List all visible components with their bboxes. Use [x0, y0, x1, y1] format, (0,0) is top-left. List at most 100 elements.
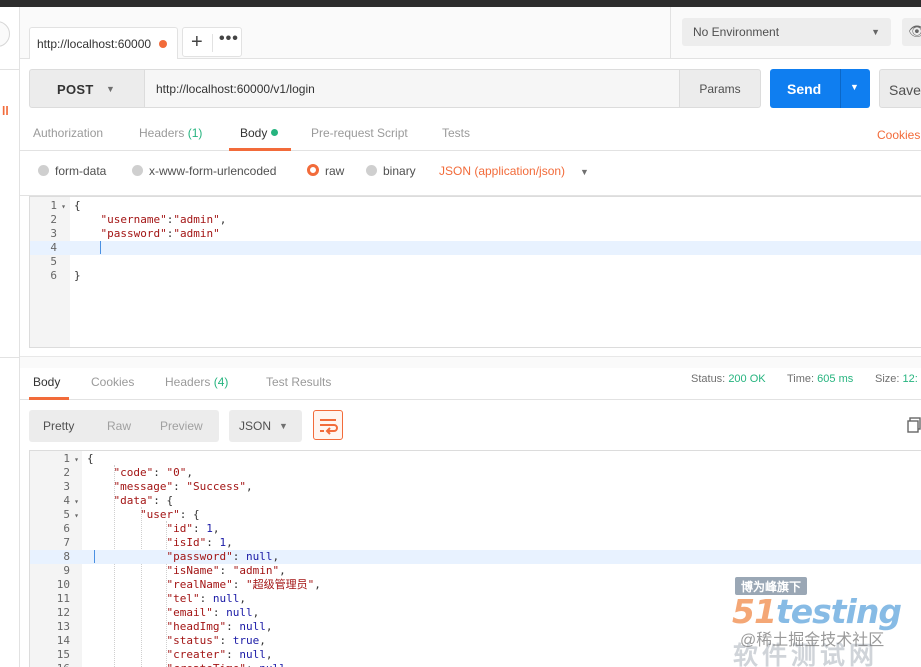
code-line: 5 ▾ "user": { [30, 508, 921, 522]
json-value: "admin" [232, 564, 280, 577]
json-punctuation: , [272, 550, 280, 563]
radio-urlencoded-label: x-www-form-urlencoded [149, 164, 277, 178]
json-punctuation: , [314, 578, 321, 591]
tab-actions: + ••• [182, 27, 242, 57]
time-label: Time: [787, 373, 815, 385]
wrap-lines-button[interactable] [313, 410, 343, 440]
request-tab[interactable]: http://localhost:60000 [29, 27, 178, 59]
content-type-select[interactable]: JSON (application/json) [439, 164, 565, 178]
radio-urlencoded[interactable]: x-www-form-urlencoded [132, 164, 276, 178]
status-value: 200 OK [728, 373, 766, 385]
response-tab-cookies[interactable]: Cookies [91, 375, 134, 389]
line-number: 4 [50, 241, 57, 254]
response-tab-headers[interactable]: Headers (4) [165, 375, 228, 389]
environment-quick-look-button[interactable]: 👁 [902, 18, 921, 46]
code-text: "user": { [140, 508, 200, 521]
line-number: 3 [63, 480, 70, 493]
json-punctuation: , [279, 564, 286, 577]
url-input[interactable]: http://localhost:60000/v1/login [145, 69, 679, 108]
sidebar-search-button[interactable] [0, 21, 10, 47]
json-punctuation: , [259, 634, 266, 647]
response-tab-headers-count: (4) [213, 375, 229, 389]
json-punctuation: { [166, 494, 174, 507]
code-line: 6 "id": 1, [30, 522, 921, 536]
chevron-down-icon: ▼ [580, 167, 589, 177]
response-format-select[interactable]: JSON ▼ [229, 410, 302, 442]
save-button[interactable]: Save [879, 69, 921, 108]
cookies-link[interactable]: Cookies [877, 128, 920, 142]
code-line: 9 "isName": "admin", [30, 564, 921, 578]
code-text: "data": { [113, 494, 174, 507]
tab-headers-label: Headers [139, 126, 185, 140]
more-tabs-button[interactable]: ••• [219, 30, 239, 48]
response-format-value: JSON [239, 419, 272, 433]
code-line: 3 "message": "Success", [30, 480, 921, 494]
raw-button[interactable]: Raw [107, 419, 131, 433]
line-number: 13 [56, 620, 70, 633]
fold-chevron-icon[interactable]: ▾ [70, 453, 83, 467]
window-top-strip [0, 0, 921, 7]
json-value: 1 [206, 522, 213, 535]
tab-headers[interactable]: Headers (1) [139, 126, 202, 140]
radio-raw-label: raw [325, 164, 345, 178]
line-number: 4 [63, 494, 70, 507]
tab-body[interactable]: Body [240, 126, 279, 140]
send-options-chevron-icon[interactable]: ▼ [850, 82, 859, 92]
json-key: "headImg" [166, 620, 227, 633]
radio-form-data-label: form-data [55, 164, 107, 178]
response-tab-headers-label: Headers [165, 375, 211, 389]
radio-circle-icon [132, 165, 143, 176]
code-line: 3 "password":"admin" [30, 227, 921, 241]
send-button-divider [840, 69, 841, 108]
chevron-down-icon: ▼ [871, 27, 880, 37]
unsaved-dot-icon [159, 40, 167, 48]
tab-tests[interactable]: Tests [442, 126, 470, 140]
preview-button[interactable]: Preview [160, 419, 203, 433]
json-value: "0" [166, 466, 187, 479]
fold-chevron-icon[interactable]: ▾ [57, 200, 70, 214]
pretty-button[interactable]: Pretty [43, 419, 74, 433]
json-value: null [226, 606, 253, 619]
method-select[interactable]: POST ▼ [29, 69, 145, 108]
json-punctuation: , [265, 648, 273, 661]
environment-select-value: No Environment [693, 25, 780, 39]
send-button-label: Send [787, 81, 822, 97]
json-key: "tel" [166, 592, 200, 605]
tab-authorization[interactable]: Authorization [33, 126, 103, 140]
fold-chevron-icon[interactable]: ▾ [70, 495, 83, 509]
json-punctuation: , [186, 466, 193, 479]
json-key: "creater" [166, 648, 227, 661]
code-line: 5 [30, 255, 921, 269]
code-text: "password": null, [166, 550, 280, 563]
save-button-label: Save [889, 82, 921, 98]
code-line: 1 ▾ { [30, 199, 921, 213]
fold-chevron-icon[interactable]: ▾ [70, 509, 83, 523]
new-tab-button[interactable]: + [191, 31, 203, 54]
json-value: true [232, 634, 260, 647]
request-subtabs: Authorization Headers (1) Body Pre-reque… [20, 118, 921, 151]
radio-binary[interactable]: binary [366, 164, 416, 178]
code-line: 7 "isId": 1, [30, 536, 921, 550]
copy-response-button[interactable] [907, 417, 921, 433]
params-button[interactable]: Params [679, 69, 761, 108]
status-label: Status: [691, 373, 726, 385]
json-punctuation: { [193, 508, 200, 521]
size-value: 12: [902, 373, 918, 385]
send-button[interactable]: Send ▼ [770, 69, 870, 108]
radio-form-data[interactable]: form-data [38, 164, 106, 178]
environment-select[interactable]: No Environment ▼ [682, 18, 891, 46]
tab-headers-count: (1) [187, 126, 203, 140]
active-tab-indicator [229, 148, 291, 151]
code-line: 6} [30, 269, 921, 283]
params-button-label: Params [699, 82, 741, 96]
response-tab-body[interactable]: Body [33, 375, 60, 389]
json-value: null [245, 550, 273, 563]
radio-raw[interactable]: raw [307, 164, 344, 178]
request-body-editor[interactable]: 1 ▾{2 "username":"admin", 3 "password":"ad… [29, 196, 921, 348]
line-number: 1 [63, 452, 70, 465]
watermark-community: @稀土掘金技术社区 [740, 632, 885, 649]
tab-pre-request-script[interactable]: Pre-request Script [311, 126, 408, 140]
response-tab-test-results[interactable]: Test Results [266, 375, 331, 389]
code-text: "password":"admin" [100, 227, 220, 240]
